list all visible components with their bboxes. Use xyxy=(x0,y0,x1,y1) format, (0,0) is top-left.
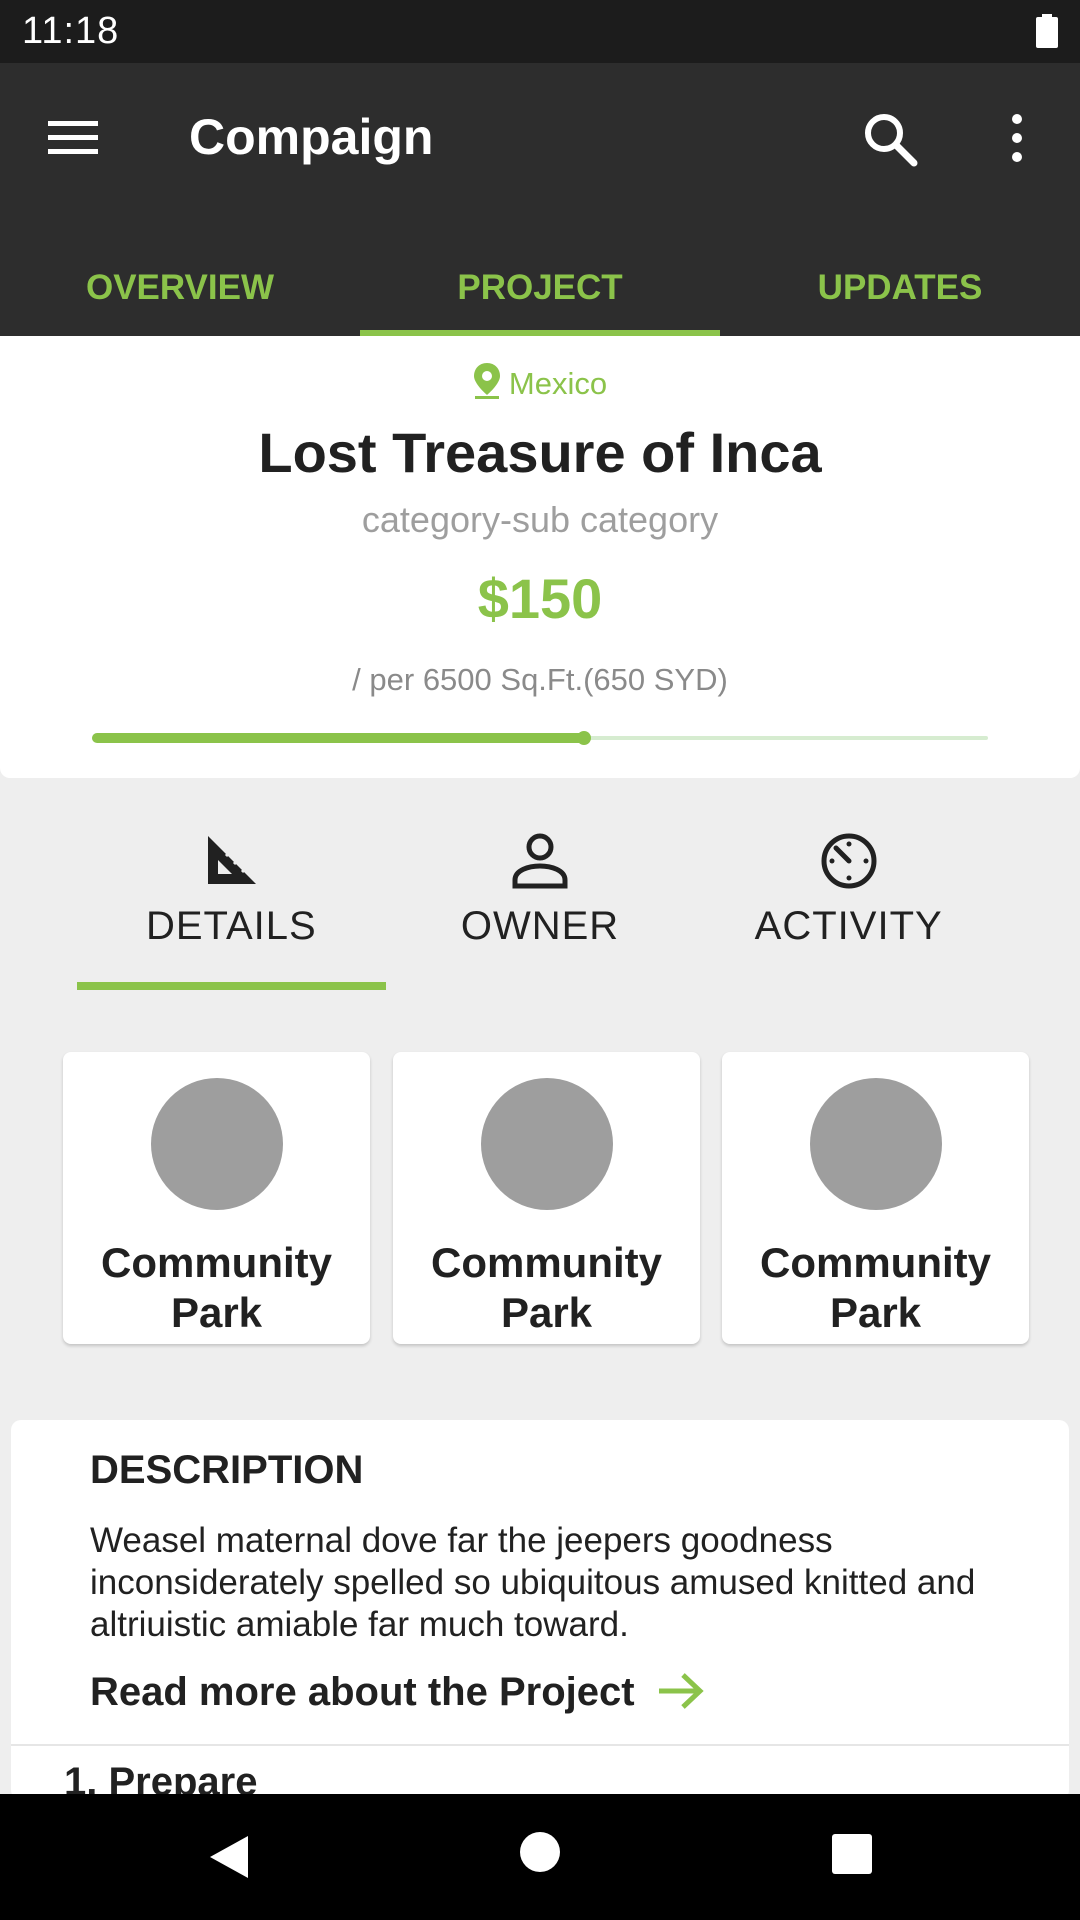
set-square-icon xyxy=(208,836,257,884)
description-card: DESCRIPTION Weasel maternal dove far the… xyxy=(11,1420,1069,1800)
project-category: category-sub category xyxy=(361,499,719,540)
feature-card[interactable]: Community Park xyxy=(393,1052,700,1344)
battery-icon xyxy=(1036,14,1058,48)
location-pin-icon xyxy=(473,363,500,399)
description-heading: DESCRIPTION xyxy=(90,1448,364,1492)
price-unit: / per 6500 Sq.Ft.(650 SYD) xyxy=(352,662,728,697)
feature-card-label: Community Park xyxy=(760,1239,991,1336)
project-location: Mexico xyxy=(0,362,1080,402)
back-icon[interactable] xyxy=(204,1832,254,1882)
more-vert-icon[interactable] xyxy=(1002,113,1032,163)
section-tabs: DETAILS OWNER ACTIVITY xyxy=(77,820,1003,990)
feature-card-label: Community Park xyxy=(431,1239,662,1336)
app-bar: Compaign OVERVIEW PROJECT UPDATES xyxy=(0,63,1080,336)
tab-updates[interactable]: UPDATES xyxy=(720,246,1080,336)
project-title: Lost Treasure of Inca xyxy=(258,421,822,484)
tab-owner-label: OWNER xyxy=(460,904,620,948)
tab-activity[interactable]: ACTIVITY xyxy=(694,820,1003,990)
arrow-right-icon xyxy=(658,1673,704,1709)
tab-owner[interactable]: OWNER xyxy=(386,820,695,990)
location-label: Mexico xyxy=(508,366,608,401)
project-summary-card: Mexico Lost Treasure of Inca category-su… xyxy=(0,336,1080,778)
home-icon[interactable] xyxy=(520,1832,560,1872)
feature-image xyxy=(480,1078,613,1210)
tab-details-label: DETAILS xyxy=(145,904,317,948)
funding-progress-bar xyxy=(92,731,988,745)
read-more-label: Read more about the Project xyxy=(90,1670,635,1714)
tab-details[interactable]: DETAILS xyxy=(77,820,386,990)
tab-project[interactable]: PROJECT xyxy=(360,246,720,336)
person-icon xyxy=(512,833,568,889)
feature-card[interactable]: Community Park xyxy=(722,1052,1029,1344)
status-time: 11:18 xyxy=(22,10,120,52)
feature-image xyxy=(809,1078,942,1210)
description-body: Weasel maternal dove far the jeepers goo… xyxy=(90,1521,976,1644)
search-icon[interactable] xyxy=(862,111,918,167)
app-title: Compaign xyxy=(189,109,434,165)
feature-card-label: Community Park xyxy=(101,1239,332,1336)
project-price: $150 xyxy=(477,567,603,630)
feature-cards: Community Park Community Park Community … xyxy=(63,1052,1029,1346)
read-more-link[interactable]: Read more about the Project xyxy=(90,1670,705,1715)
menu-icon[interactable] xyxy=(48,117,98,157)
tab-activity-label: ACTIVITY xyxy=(754,904,943,948)
funding-progress-fill xyxy=(92,731,591,745)
recent-apps-icon[interactable] xyxy=(832,1834,872,1874)
status-bar: 11:18 xyxy=(0,0,1080,63)
feature-card[interactable]: Community Park xyxy=(63,1052,370,1344)
tab-overview[interactable]: OVERVIEW xyxy=(0,246,360,336)
divider xyxy=(11,1744,1069,1746)
top-tabs: OVERVIEW PROJECT UPDATES xyxy=(0,246,1080,336)
feature-image xyxy=(150,1078,283,1210)
system-nav-bar xyxy=(0,1794,1080,1920)
timer-icon xyxy=(821,833,877,889)
